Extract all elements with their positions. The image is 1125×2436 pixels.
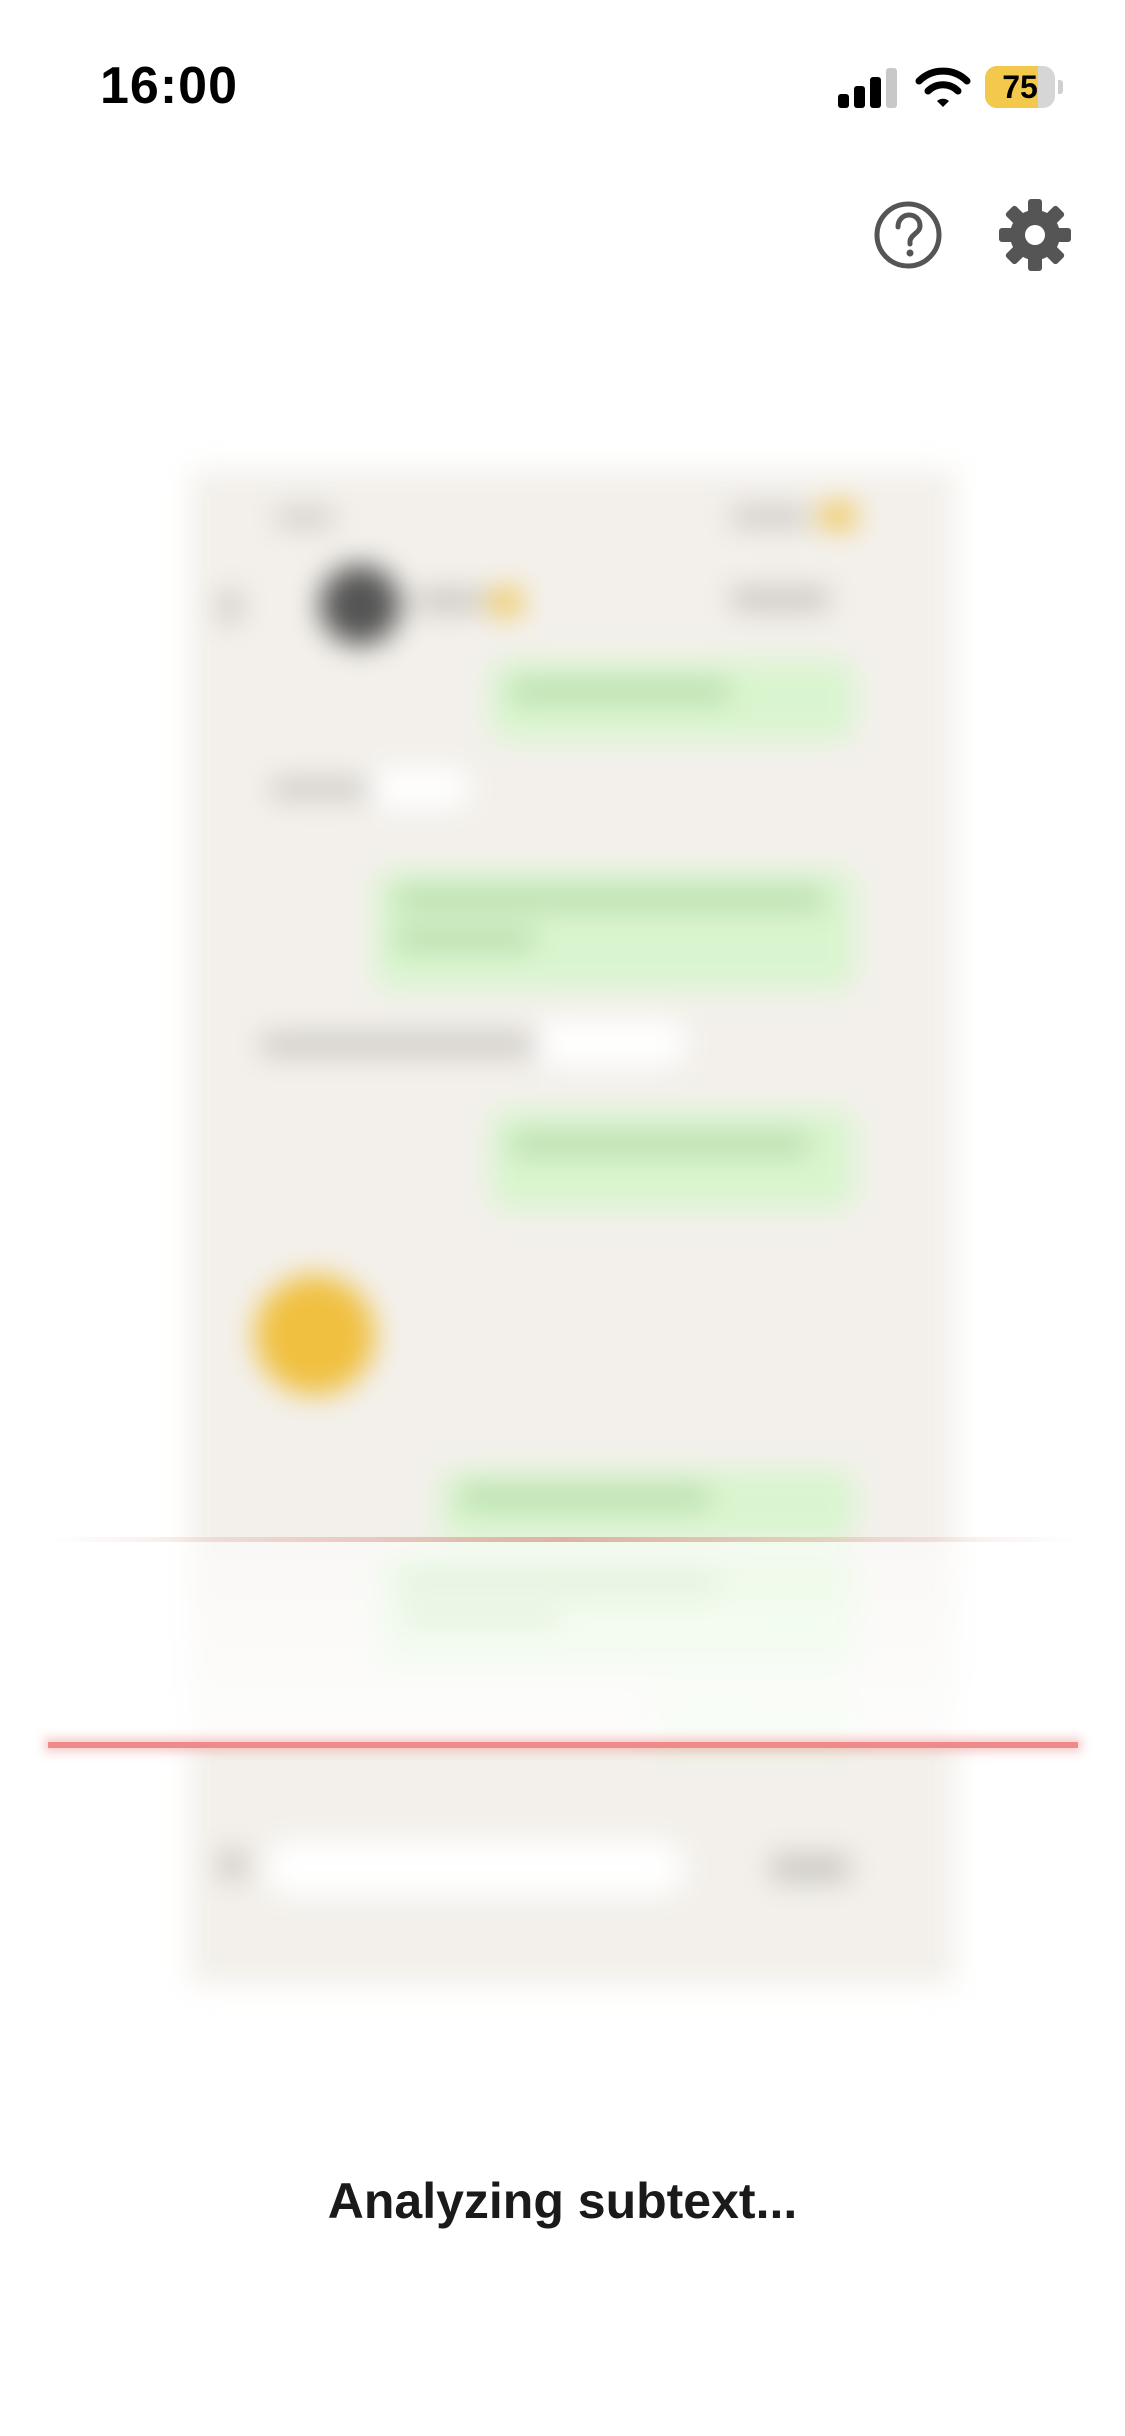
- battery-icon: 75: [985, 66, 1063, 110]
- blurred-chat-screenshot: [190, 470, 955, 1985]
- screenshot-preview: [190, 470, 955, 1985]
- analyzing-status-text: Analyzing subtext...: [327, 2173, 798, 2229]
- scan-line: [48, 1742, 1078, 1748]
- scan-band: [48, 1542, 1078, 1742]
- question-circle-icon[interactable]: [873, 200, 943, 270]
- wifi-icon: [915, 67, 971, 107]
- status-time: 16:00: [100, 57, 238, 115]
- battery-level-label: 75: [1002, 69, 1038, 105]
- cellular-signal-icon: [838, 68, 900, 108]
- gear-icon[interactable]: [998, 198, 1072, 272]
- status-bar: 16:00 75: [0, 0, 1125, 180]
